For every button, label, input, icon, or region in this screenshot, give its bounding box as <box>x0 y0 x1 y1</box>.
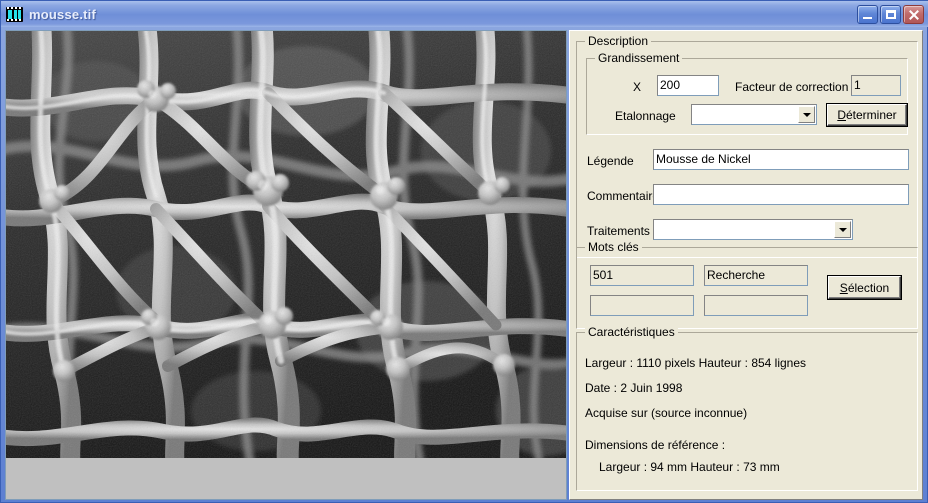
image-size-info: Largeur : 1110 pixels Hauteur : 854 lign… <box>585 356 807 370</box>
determine-button[interactable]: Déterminer <box>827 104 907 126</box>
comment-label: Commentaire <box>587 189 660 203</box>
keywords-group-label: Mots clés <box>585 240 642 254</box>
keyword-field-1: 501 <box>590 265 694 286</box>
keyword-field-3 <box>590 295 694 316</box>
chevron-down-icon[interactable] <box>798 106 815 123</box>
determine-button-label: Déterminer <box>837 108 897 122</box>
reference-dimensions-info: Largeur : 94 mm Hauteur : 73 mm <box>599 460 780 474</box>
keyword-field-4 <box>704 295 808 316</box>
magnification-group: Grandissement X 200 Facteur de correctio… <box>586 51 908 135</box>
correction-factor-label: Facteur de correction <box>735 80 849 94</box>
close-button[interactable] <box>903 4 924 24</box>
caption-field[interactable]: Mousse de Nickel <box>653 149 909 170</box>
description-panel: Description Grandissement X 200 Facteur … <box>569 30 923 500</box>
magnification-group-label: Grandissement <box>595 51 683 65</box>
selection-button[interactable]: Sélection <box>828 276 901 299</box>
characteristics-group: Caractéristiques Largeur : 1110 pixels H… <box>576 325 918 491</box>
magnification-value-field[interactable]: 200 <box>657 75 719 96</box>
keyword-field-2: Recherche <box>704 265 808 286</box>
comment-field[interactable] <box>653 184 909 205</box>
minimize-button[interactable] <box>857 4 878 24</box>
application-window: mousse.tif Description Grandissement X 2… <box>0 0 928 503</box>
reference-dimensions-label: Dimensions de référence : <box>585 438 726 452</box>
description-group-label: Description <box>585 34 652 48</box>
treatments-combobox[interactable] <box>653 219 853 240</box>
sem-micrograph[interactable] <box>6 31 566 458</box>
selection-button-label: Sélection <box>839 280 890 295</box>
film-strip-icon <box>6 6 23 22</box>
treatments-label: Traitements <box>587 224 650 238</box>
calibration-label: Etalonnage <box>615 109 676 123</box>
caption-label: Légende <box>587 154 634 168</box>
calibration-combobox[interactable] <box>691 104 817 125</box>
window-title: mousse.tif <box>29 6 97 22</box>
keywords-group: Mots clés 501 Recherche Sélection <box>576 240 918 329</box>
description-group: Description Grandissement X 200 Facteur … <box>576 34 918 258</box>
magnification-x-label: X <box>633 80 642 94</box>
correction-factor-field: 1 <box>851 75 901 96</box>
chevron-down-icon[interactable] <box>834 221 851 238</box>
date-info: Date : 2 Juin 1998 <box>585 381 683 395</box>
maximize-button[interactable] <box>880 4 901 24</box>
window-controls <box>857 4 924 24</box>
image-pane[interactable] <box>5 30 567 500</box>
source-info: Acquise sur (source inconnue) <box>585 406 748 420</box>
title-bar[interactable]: mousse.tif <box>1 1 928 27</box>
characteristics-group-label: Caractéristiques <box>585 325 678 339</box>
